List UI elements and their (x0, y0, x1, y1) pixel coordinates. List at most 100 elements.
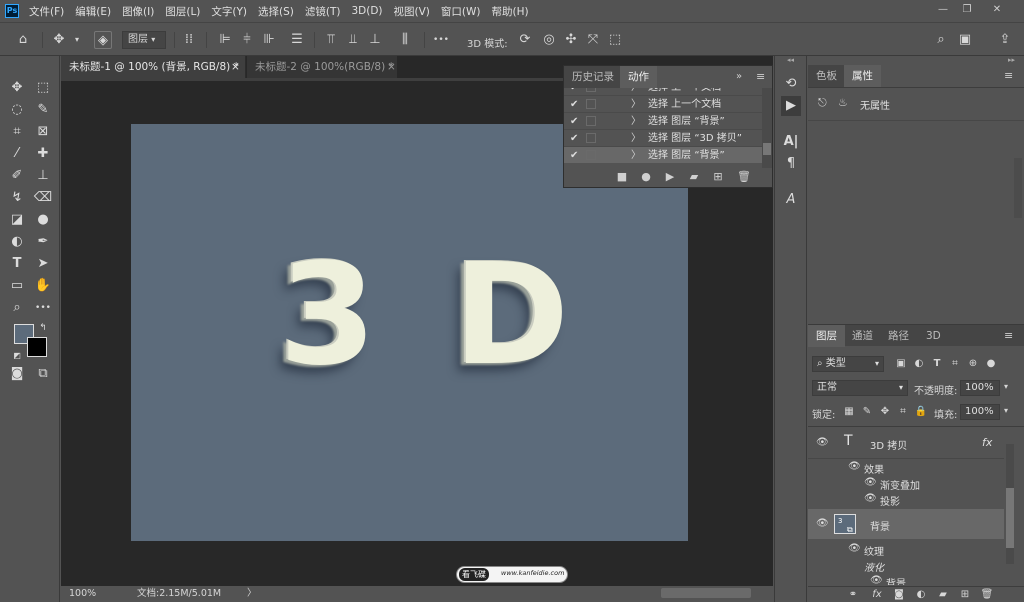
restore-button[interactable]: ❐ (958, 3, 976, 17)
healing-brush-tool-icon[interactable]: ✚ (32, 144, 54, 164)
dialog-toggle[interactable] (586, 150, 596, 160)
tab-history[interactable]: 历史记录 (564, 66, 622, 88)
new-set-icon[interactable]: ▰ (686, 169, 702, 185)
action-row[interactable]: ✔ 〉 选择 图层 “背景” (564, 112, 764, 129)
type-tool-icon[interactable]: T (6, 254, 28, 274)
actions-scrollbar[interactable] (762, 88, 772, 168)
tab-3d[interactable]: 3D (918, 325, 949, 347)
lock-image-icon[interactable]: ✎ (860, 405, 874, 419)
path-select-tool-icon[interactable]: ➤ (32, 254, 54, 274)
filter-smart-icon[interactable]: ⊕ (966, 357, 980, 371)
stop-icon[interactable]: ■ (614, 169, 630, 185)
background-color-swatch[interactable] (27, 337, 47, 357)
lock-position-icon[interactable]: ✥ (878, 405, 892, 419)
workspace-icon[interactable]: ▣ (956, 31, 974, 49)
screen-mode-icon[interactable]: ⧉ (32, 364, 54, 384)
minimize-button[interactable]: — (934, 3, 952, 17)
effect-row[interactable]: 👁 投影 (808, 491, 1004, 508)
collapse-dock-icon[interactable]: ▸▸ (1008, 56, 1015, 64)
eyedropper-tool-icon[interactable]: ⁄ (6, 144, 28, 164)
action-row[interactable]: ✔ 〉 选择 图层 “3D 拷贝” (564, 129, 764, 146)
actions-panel-icon[interactable]: ▶ (781, 96, 801, 116)
lock-artboard-icon[interactable]: ⌗ (896, 405, 910, 419)
swap-colors-icon[interactable]: ↰ (36, 318, 50, 338)
distribute-v-icon[interactable]: ⫼ (396, 31, 414, 49)
horizontal-scrollbar[interactable] (661, 588, 751, 598)
history-panel-icon[interactable]: ⟲ (781, 74, 801, 94)
trash-icon[interactable]: 🗑 (736, 169, 752, 185)
move-tool-icon[interactable]: ✥ (6, 78, 28, 98)
filter-row[interactable]: 👁 背景 (808, 573, 1004, 585)
layer-filter-dropdown[interactable]: ⌕ 类型 ▾ (812, 356, 884, 372)
blur-tool-icon[interactable]: ● (32, 210, 54, 230)
expand-arrow-icon[interactable]: 〉 (631, 147, 641, 164)
status-menu-arrow[interactable]: 〉 (247, 586, 257, 602)
auto-select-icon[interactable]: ◈ (94, 31, 112, 49)
dialog-toggle[interactable] (586, 88, 596, 92)
align-center-h-icon[interactable]: ⫩ (238, 31, 256, 49)
orbit-3d-icon[interactable]: ⟳ (516, 31, 534, 49)
layers-scrollbar[interactable] (1006, 444, 1014, 564)
menu-file[interactable]: 文件(F) (29, 4, 64, 19)
expand-arrow-icon[interactable]: 〉 (631, 113, 641, 130)
tab-swatches[interactable]: 色板 (808, 65, 845, 87)
align-left-icon[interactable]: ⊫ (216, 31, 234, 49)
paragraph-panel-icon[interactable]: ¶ (781, 154, 801, 174)
collapse-panel-icon[interactable]: » (736, 71, 742, 82)
home-icon[interactable]: ⌂ (14, 31, 32, 49)
filter-shape-icon[interactable]: ⌗ (948, 357, 962, 371)
dialog-toggle[interactable] (586, 133, 596, 143)
hand-tool-icon[interactable]: ✋ (32, 276, 54, 296)
expand-arrow-icon[interactable]: 〉 (631, 96, 641, 113)
menu-3d[interactable]: 3D(D) (351, 5, 382, 17)
menu-type[interactable]: 文字(Y) (211, 4, 247, 19)
lock-all-icon[interactable]: 🔒 (914, 405, 928, 419)
rectangle-tool-icon[interactable]: ▭ (6, 276, 28, 296)
menu-view[interactable]: 视图(V) (394, 4, 430, 19)
effects-row[interactable]: 👁 效果 (808, 459, 1004, 476)
record-icon[interactable]: ● (638, 169, 654, 185)
collapse-dock-icon[interactable]: ◂◂ (775, 56, 806, 64)
dodge-tool-icon[interactable]: ◐ (6, 232, 28, 252)
zoom-tool-icon[interactable]: ⌕ (6, 298, 28, 318)
adjustment-icon[interactable]: ◐ (914, 588, 928, 602)
marquee-tool-icon[interactable]: ⬚ (32, 78, 54, 98)
share-icon[interactable]: ⇪ (996, 31, 1014, 49)
frame-tool-icon[interactable]: ⊠ (32, 122, 54, 142)
quick-mask-icon[interactable]: ◙ (6, 364, 28, 384)
fx-icon[interactable]: fx (870, 588, 884, 602)
menu-help[interactable]: 帮助(H) (492, 4, 529, 19)
filter-adjust-icon[interactable]: ◐ (912, 357, 926, 371)
fx-icon[interactable]: fx (982, 436, 992, 449)
check-icon[interactable]: ✔ (570, 113, 580, 130)
visibility-eye-icon[interactable]: 👁 (848, 543, 861, 554)
visibility-eye-icon[interactable]: 👁 (816, 437, 829, 448)
default-colors-icon[interactable]: ◩ (10, 346, 24, 366)
link-icon[interactable]: ⚭ (846, 588, 860, 602)
more-options-icon[interactable]: ••• (432, 31, 450, 49)
distribute-icon[interactable]: ☰ (288, 31, 306, 49)
menu-select[interactable]: 选择(S) (258, 4, 294, 19)
action-row-selected[interactable]: ✔ 〉 选择 图层 “背景” (564, 146, 764, 163)
filter-type-icon[interactable]: T (930, 357, 944, 371)
visibility-eye-icon[interactable]: 👁 (848, 461, 861, 472)
menu-filter[interactable]: 滤镜(T) (305, 4, 341, 19)
dialog-toggle[interactable] (586, 116, 596, 126)
quick-select-tool-icon[interactable]: ✎ (32, 100, 54, 120)
chevron-down-icon[interactable]: ▾ (1004, 406, 1008, 415)
folder-icon[interactable]: ▰ (936, 588, 950, 602)
visibility-eye-icon[interactable]: 👁 (864, 493, 877, 504)
character-panel-icon[interactable]: A| (781, 132, 801, 152)
paint-bucket-tool-icon[interactable]: ◪ (6, 210, 28, 230)
dialog-toggle[interactable] (586, 99, 596, 109)
history-brush-tool-icon[interactable]: ↯ (6, 188, 28, 208)
lasso-tool-icon[interactable]: ◌ (6, 100, 28, 120)
tab-paths[interactable]: 路径 (880, 325, 917, 347)
chevron-down-icon[interactable]: ▾ (1004, 382, 1008, 391)
align-bottom-icon[interactable]: ⊥ (366, 31, 384, 49)
crop-tool-icon[interactable]: ⌗ (6, 122, 28, 142)
close-tab-icon[interactable]: × (231, 56, 240, 78)
menu-edit[interactable]: 编辑(E) (75, 4, 111, 19)
panel-menu-icon[interactable]: ≡ (1004, 69, 1013, 82)
visibility-eye-icon[interactable]: 👁 (870, 575, 883, 585)
